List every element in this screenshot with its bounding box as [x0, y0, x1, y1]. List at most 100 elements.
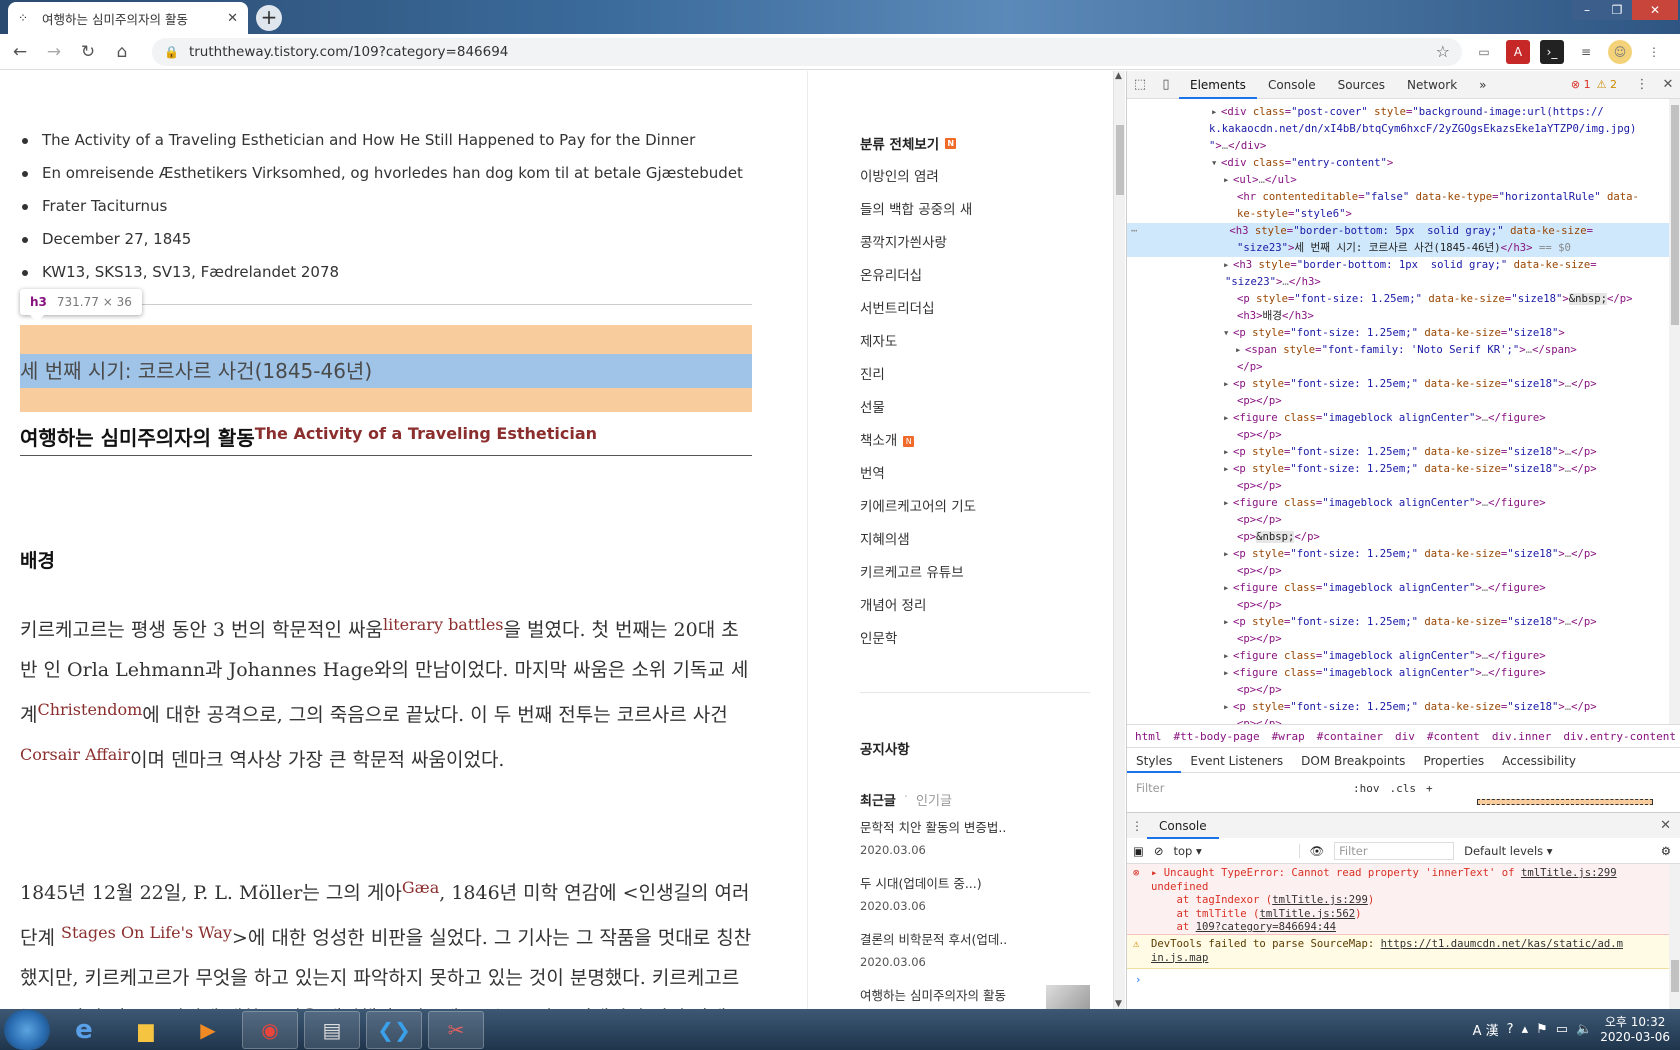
- help-icon[interactable]: ?: [1507, 1022, 1514, 1037]
- new-tab-button[interactable]: +: [256, 5, 282, 31]
- dom-node-p-open[interactable]: ▾ <p style="font-size: 1.25em;" data-ke-s…: [1127, 325, 1669, 342]
- url-text[interactable]: truththeway.tistory.com/109?category=846…: [189, 44, 1426, 60]
- category-all-link[interactable]: 분류 전체보기 N: [860, 133, 957, 153]
- document-app-icon[interactable]: ▤: [304, 1010, 360, 1049]
- close-drawer-icon[interactable]: ✕: [1660, 818, 1671, 833]
- console-scroll-thumb[interactable]: [1671, 960, 1679, 992]
- console-settings-gear-icon[interactable]: ⚙: [1661, 844, 1671, 858]
- log-levels-select[interactable]: Default levels ▾: [1464, 844, 1552, 858]
- media-player-icon[interactable]: ▶: [180, 1011, 236, 1049]
- taskbar-clock[interactable]: 오후 10:32 2020-03-06: [1600, 1015, 1670, 1045]
- dom-node-figure[interactable]: ▸ <figure class="imageblock alignCenter">…: [1127, 665, 1669, 682]
- sidebar-category-item[interactable]: 책소개 N: [860, 430, 976, 463]
- recent-post-title[interactable]: 문학적 치안 활동의 변증법..: [860, 817, 1090, 839]
- reload-icon[interactable]: ↻: [74, 38, 102, 66]
- dom-node-h3-selected-cont[interactable]: "size23">세 번째 시기: 코르사르 사건(1845-46년)</h3>…: [1127, 240, 1669, 257]
- breadcrumb-item[interactable]: #wrap: [1272, 730, 1305, 743]
- sidebar-category-item[interactable]: 번역: [860, 463, 976, 496]
- terminal-extension-icon[interactable]: ›_: [1540, 39, 1564, 64]
- dom-node-p-nbsp[interactable]: <p>&nbsp;</p>: [1127, 529, 1669, 546]
- sidebar-category-item[interactable]: 서번트리더십: [860, 298, 976, 331]
- tab-recent[interactable]: 최근글: [860, 790, 896, 809]
- tray-expand-icon[interactable]: ▴: [1522, 1022, 1529, 1037]
- forward-arrow-icon[interactable]: →: [40, 38, 68, 66]
- class-toggle-button[interactable]: .cls: [1390, 782, 1417, 795]
- dom-node-span-serif[interactable]: ▸ <span style="font-family: 'Noto Serif K…: [1127, 342, 1669, 359]
- maximize-button[interactable]: ❐: [1602, 0, 1632, 20]
- dom-node-p-empty[interactable]: <p></p>: [1127, 512, 1669, 529]
- tab-popular[interactable]: 인기글: [916, 790, 952, 809]
- start-button[interactable]: [4, 1009, 50, 1050]
- sidebar-category-item[interactable]: 진리: [860, 364, 976, 397]
- error-count-badge[interactable]: ⊗ 1: [1571, 78, 1597, 91]
- tab-close-icon[interactable]: ✕: [227, 11, 238, 26]
- sidebar-category-item[interactable]: 인문학: [860, 628, 976, 661]
- omnibox[interactable]: 🔒 truththeway.tistory.com/109?category=8…: [152, 37, 1462, 66]
- console-scrollbar[interactable]: [1669, 864, 1680, 1009]
- sidebar-toggle-icon[interactable]: ▣: [1133, 844, 1144, 858]
- styles-filter-input[interactable]: Filter: [1133, 778, 1343, 798]
- dom-node-p-empty[interactable]: <p></p>: [1127, 393, 1669, 410]
- sidebar-category-item[interactable]: 키에르케고어의 기도: [860, 496, 976, 529]
- breadcrumb-item[interactable]: div.entry-content: [1563, 730, 1676, 743]
- recent-post-title[interactable]: 결론의 비학문적 후서(업데..: [860, 929, 1090, 951]
- drawer-menu-icon[interactable]: ⋮: [1127, 819, 1147, 833]
- dom-node-hr[interactable]: <hr contenteditable="false" data-ke-type…: [1127, 189, 1669, 206]
- dom-node-ul[interactable]: ▸ <ul>…</ul>: [1127, 172, 1669, 189]
- network-icon[interactable]: ▭: [1556, 1022, 1568, 1037]
- scroll-up-arrow-icon[interactable]: ▲: [1115, 71, 1122, 81]
- breadcrumb-item[interactable]: #container: [1317, 730, 1383, 743]
- close-window-button[interactable]: ✕: [1632, 0, 1678, 20]
- dom-node-p-collapsed[interactable]: ▸ <p style="font-size: 1.25em;" data-ke-s…: [1127, 376, 1669, 393]
- dom-node-figure[interactable]: ▸ <figure class="imageblock alignCenter">…: [1127, 580, 1669, 597]
- snipping-tool-icon[interactable]: ✂: [428, 1010, 484, 1049]
- dom-node-p-empty[interactable]: <p></p>: [1127, 427, 1669, 444]
- cast-extension-icon[interactable]: ▭: [1472, 40, 1496, 64]
- vscode-icon[interactable]: ❮❯: [366, 1010, 422, 1049]
- page-scroll-thumb[interactable]: [1116, 125, 1124, 195]
- breadcrumb-item[interactable]: div: [1395, 730, 1415, 743]
- recent-post-item[interactable]: 결론의 비학문적 후서(업데.. 2020.03.06: [860, 929, 1090, 985]
- dom-node-post-cover[interactable]: ▸ <div class="post-cover" style="backgrou…: [1127, 104, 1669, 121]
- sidebar-category-item[interactable]: 콩깍지가씐사랑: [860, 232, 976, 265]
- tab-console[interactable]: Console: [1257, 71, 1327, 99]
- hover-state-button[interactable]: :hov: [1353, 782, 1380, 795]
- dom-node-p-collapsed[interactable]: ▸ <p style="font-size: 1.25em;" data-ke-s…: [1127, 461, 1669, 478]
- file-explorer-icon[interactable]: ▆: [118, 1011, 174, 1049]
- recent-post-title[interactable]: 두 시대(업데이트 중...): [860, 873, 1090, 895]
- console-error-message[interactable]: ⊗ ▸ Uncaught TypeError: Cannot read prope…: [1127, 864, 1669, 935]
- dom-node-entry-content[interactable]: ▾ <div class="entry-content">: [1127, 155, 1669, 172]
- tab-styles[interactable]: Styles: [1127, 749, 1182, 773]
- dom-node-p-empty[interactable]: <p></p>: [1127, 631, 1669, 648]
- console-warning-message[interactable]: ⚠ DevTools failed to parse SourceMap: htt…: [1127, 935, 1669, 969]
- tab-accessibility[interactable]: Accessibility: [1493, 749, 1585, 773]
- stack-link[interactable]: tmlTitle.js:562: [1259, 908, 1355, 920]
- browser-menu-icon[interactable]: ⋮: [1642, 40, 1666, 64]
- breadcrumb-item[interactable]: div.inner: [1492, 730, 1552, 743]
- page-scrollbar[interactable]: ▲ ▼: [1113, 71, 1125, 1009]
- dom-node-p-collapsed[interactable]: ▸ <p style="font-size: 1.25em;" data-ke-s…: [1127, 699, 1669, 716]
- sidebar-category-item[interactable]: 온유리더십: [860, 265, 976, 298]
- dom-node-p-empty[interactable]: <p></p>: [1127, 716, 1669, 724]
- tab-dom-breakpoints[interactable]: DOM Breakpoints: [1292, 749, 1414, 773]
- tab-sources[interactable]: Sources: [1327, 71, 1396, 99]
- recent-post-item[interactable]: 두 시대(업데이트 중...) 2020.03.06: [860, 873, 1090, 929]
- dom-node-h3-bg[interactable]: <h3>배경</h3>: [1127, 308, 1669, 325]
- dom-node-h3-selected[interactable]: ⋯ <h3 style="border-bottom: 5px solid gra…: [1127, 223, 1669, 240]
- console-filter-input[interactable]: Filter: [1334, 841, 1455, 860]
- dom-node-figure[interactable]: ▸ <figure class="imageblock alignCenter">…: [1127, 495, 1669, 512]
- breadcrumb-item[interactable]: html: [1135, 730, 1162, 743]
- reading-list-icon[interactable]: ≡: [1574, 40, 1598, 64]
- dom-tree-scrollbar[interactable]: [1669, 99, 1680, 724]
- internet-explorer-icon[interactable]: e: [56, 1011, 112, 1049]
- console-prompt[interactable]: ›: [1135, 974, 1141, 988]
- dom-node-p-empty[interactable]: <p></p>: [1127, 563, 1669, 580]
- tab-properties[interactable]: Properties: [1414, 749, 1493, 773]
- dom-tree[interactable]: ▸ <div class="post-cover" style="backgrou…: [1127, 99, 1669, 724]
- sidebar-category-item[interactable]: 키르케고르 유튜브: [860, 562, 976, 595]
- stack-link[interactable]: tmlTitle.js:299: [1272, 894, 1368, 906]
- profile-avatar[interactable]: ☺: [1608, 39, 1632, 64]
- pdf-extension-icon[interactable]: A: [1506, 39, 1530, 64]
- dom-node-figure[interactable]: ▸ <figure class="imageblock alignCenter">…: [1127, 410, 1669, 427]
- dom-node-figure[interactable]: ▸ <figure class="imageblock alignCenter">…: [1127, 648, 1669, 665]
